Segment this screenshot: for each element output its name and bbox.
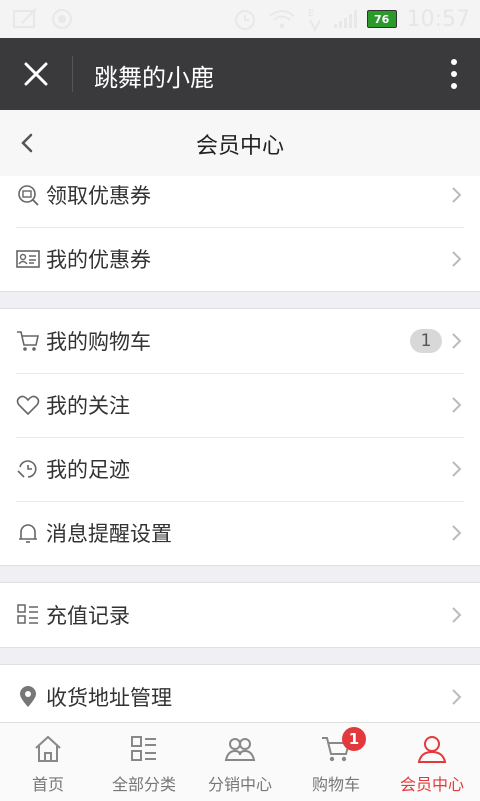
cart-count-badge: 1 [410,329,442,353]
tab-label: 会员中心 [399,775,464,794]
menu-group-address: 收货地址管理 [0,664,480,722]
category-icon [131,736,156,761]
footprint-icon [17,460,37,478]
location-pin-icon [20,686,36,707]
menu-item-recharge-records[interactable]: 充值记录 [0,583,480,647]
coupon-search-icon [18,185,39,206]
menu-item-label: 我的购物车 [46,330,151,354]
alarm-icon [234,10,255,30]
menu-item-address-management[interactable]: 收货地址管理 [0,665,480,722]
bell-icon [19,524,37,543]
chevron-right-icon [452,689,462,705]
chevron-right-icon [452,525,462,541]
cart-badge: 1 [342,727,366,751]
clock: 10:57 [406,6,470,32]
chevron-right-icon [452,607,462,623]
menu-item-label: 消息提醒设置 [46,522,172,546]
menu-item-label: 我的足迹 [46,458,130,482]
menu-item-label: 我的关注 [46,394,130,418]
user-icon [417,736,447,763]
member-menu: 领取优惠券 我的优惠券 我的购物车 1 我的关注 我的足迹 消息提醒设置 充值记… [0,176,480,722]
menu-item-label: 我的优惠券 [46,248,151,272]
menu-item-my-coupons[interactable]: 我的优惠券 [0,227,480,291]
heart-icon [16,395,40,416]
page-header: 会员中心 [0,110,480,177]
status-bar: E 76 10:57 [0,0,480,38]
users-icon [224,738,256,761]
menu-item-label: 充值记录 [46,604,130,628]
svg-text:E: E [308,8,314,19]
data-transfer-icon: E [308,8,321,32]
tab-distribution-center[interactable]: 分销中心 [192,723,288,801]
edit-icon [13,8,37,28]
more-icon[interactable] [448,56,460,92]
chevron-right-icon [452,397,462,413]
tab-label: 购物车 [311,775,360,794]
home-icon [35,735,61,762]
app-header: 跳舞的小鹿 [0,38,480,110]
header-divider [72,56,73,92]
menu-group-coupons: 领取优惠券 我的优惠券 [0,176,480,292]
tab-label: 全部分类 [111,775,176,794]
app-title: 跳舞的小鹿 [94,64,214,92]
bottom-tab-bar: 首页 全部分类 分销中心 1 购物车 会员中心 [0,722,480,801]
menu-item-my-footprints[interactable]: 我的足迹 [0,437,480,501]
list-icon [17,604,38,624]
signal-icon [333,10,357,28]
menu-group-activity: 我的购物车 1 我的关注 我的足迹 消息提醒设置 [0,308,480,566]
coupon-card-icon [16,250,40,268]
menu-group-recharge: 充值记录 [0,582,480,648]
tab-home[interactable]: 首页 [0,723,96,801]
chevron-right-icon [452,333,462,349]
close-icon[interactable] [20,58,52,90]
menu-item-my-follows[interactable]: 我的关注 [0,373,480,437]
tab-cart[interactable]: 1 购物车 [288,723,384,801]
tab-label: 分销中心 [207,775,272,794]
target-icon [52,9,72,29]
chevron-right-icon [452,187,462,203]
chevron-right-icon [452,251,462,267]
chevron-right-icon [452,461,462,477]
battery-level: 76 [373,12,390,26]
tab-all-categories[interactable]: 全部分类 [96,723,192,801]
cart-icon [17,331,39,351]
page-title: 会员中心 [195,134,284,159]
menu-item-get-coupons[interactable]: 领取优惠券 [0,176,480,227]
menu-item-label: 领取优惠券 [46,184,151,208]
tab-label: 首页 [31,775,64,794]
tab-member-center[interactable]: 会员中心 [384,723,480,801]
menu-item-notification-settings[interactable]: 消息提醒设置 [0,501,480,565]
wifi-icon [268,10,295,29]
menu-item-label: 收货地址管理 [46,686,172,710]
menu-item-my-cart[interactable]: 我的购物车 1 [0,309,480,373]
battery-icon: 76 [366,10,397,28]
